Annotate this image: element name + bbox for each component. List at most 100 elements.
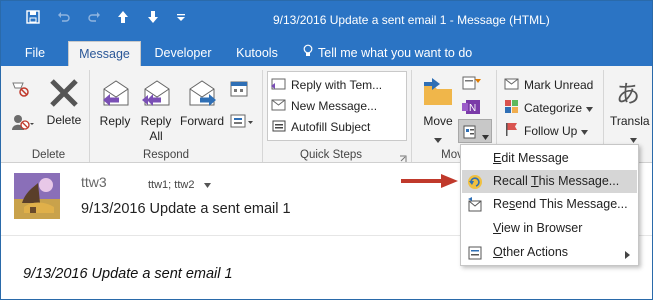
svg-text:N: N (469, 103, 476, 114)
quick-step-autofill-subject[interactable]: Autofill Subject (271, 117, 370, 137)
mark-unread-label: Mark Unread (524, 77, 594, 92)
more-respond-icon[interactable] (230, 113, 254, 134)
lightbulb-icon (303, 41, 313, 66)
mark-unread-button[interactable]: Mark Unread (504, 76, 593, 93)
quick-steps-gallery: Reply with Tem... New Message... Autofil… (267, 71, 407, 141)
actions-icon (463, 123, 479, 142)
menu-item-label: iew in Browser (501, 221, 583, 235)
menu-item-resend-message[interactable]: Resend This Message... (462, 193, 637, 216)
follow-up-button[interactable]: Follow Up (504, 122, 589, 139)
quick-step-new-message[interactable]: New Message... (271, 96, 377, 116)
menu-item-other-actions[interactable]: Other Actions (462, 241, 637, 264)
divider (89, 70, 90, 162)
menu-item-view-in-browser[interactable]: View in Browser (462, 217, 637, 240)
mark-unread-icon (504, 76, 520, 93)
dropdown-arrow-icon (434, 132, 442, 146)
recall-icon (466, 173, 484, 191)
tab-message[interactable]: Message (68, 41, 141, 66)
menu-item-label: ther Actions (502, 245, 569, 259)
outlook-message-window: 9/13/2016 Update a sent email 1 - Messag… (0, 0, 653, 300)
quick-step-label: Autofill Subject (291, 120, 371, 134)
quick-step-label: New Message... (291, 99, 378, 113)
move-label: Move (423, 114, 453, 128)
title-bar: 9/13/2016 Update a sent email 1 - Messag… (1, 1, 652, 41)
reply-label: Reply (99, 114, 131, 128)
tab-kutools[interactable]: Kutools (227, 41, 287, 66)
translate-button[interactable]: あ Transla (608, 72, 652, 144)
sender-name[interactable]: ttw3 (81, 174, 107, 190)
reply-template-icon (271, 77, 287, 94)
reply-icon (101, 78, 131, 111)
move-button[interactable]: Move (418, 74, 458, 146)
message-body[interactable]: 9/13/2016 Update a sent email 1 (23, 266, 233, 282)
actions-button[interactable] (458, 119, 492, 143)
edit-icon (466, 150, 484, 168)
customize-icon[interactable] (171, 7, 191, 27)
reply-all-button[interactable]: Reply All (138, 74, 174, 146)
delete-button[interactable]: Delete (47, 74, 81, 144)
sender-avatar[interactable] (14, 173, 60, 219)
forward-label: Forward (179, 114, 224, 128)
menu-item-label: his Message... (538, 174, 620, 188)
new-message-icon (271, 98, 287, 115)
menu-item-label: dit Message (501, 151, 569, 165)
move-folder-icon (422, 76, 454, 111)
ribbon-tabs: File Message Developer Kutools Tell me w… (1, 41, 652, 66)
translate-icon: あ (616, 80, 640, 108)
window-title: 9/13/2016 Update a sent email 1 - Messag… (273, 13, 550, 27)
up-arrow-icon[interactable] (113, 7, 133, 27)
message-subject: 9/13/2016 Update a sent email 1 (81, 201, 291, 217)
recipients-dropdown-icon[interactable] (203, 179, 211, 191)
meeting-icon[interactable] (230, 80, 250, 101)
rules-icon[interactable] (462, 75, 482, 94)
delete-x-icon (49, 78, 79, 111)
menu-item-label: Recall (493, 174, 531, 188)
reply-button[interactable]: Reply (97, 74, 133, 146)
recipients: ttw1; ttw2 (148, 179, 211, 191)
resend-icon (466, 196, 484, 214)
onenote-icon[interactable]: N (462, 99, 482, 118)
tab-developer[interactable]: Developer (147, 41, 219, 66)
mnemonic: O (493, 245, 503, 259)
tell-me-box[interactable]: Tell me what you want to do (303, 41, 483, 66)
dropdown-arrow-icon (482, 129, 489, 143)
divider (411, 70, 412, 162)
dropdown-arrow-icon (586, 101, 594, 115)
browser-icon (466, 220, 484, 238)
down-arrow-icon[interactable] (143, 7, 163, 27)
flag-icon (504, 122, 520, 139)
follow-up-label: Follow Up (524, 123, 578, 138)
actions-menu: Edit Message Recall This Message... Rese… (460, 144, 639, 266)
menu-item-recall-message[interactable]: Recall This Message... (462, 170, 637, 193)
translate-label: Transla (610, 114, 650, 128)
divider (262, 70, 263, 162)
ignore-icon[interactable] (11, 80, 31, 101)
save-icon[interactable] (23, 7, 43, 27)
forward-icon (187, 78, 217, 111)
reply-all-label-1: Reply (140, 114, 172, 128)
group-label-quick-steps: Quick Steps (300, 149, 362, 161)
redo-icon[interactable] (84, 7, 104, 27)
group-label-delete: Delete (31, 149, 66, 161)
menu-item-label: Re (493, 197, 509, 211)
tell-me-label: Tell me what you want to do (318, 46, 473, 60)
categorize-button[interactable]: Categorize (504, 99, 594, 116)
forward-button[interactable]: Forward (179, 74, 225, 146)
autofill-icon (271, 119, 287, 136)
mnemonic: T (530, 174, 539, 188)
menu-item-edit-message[interactable]: Edit Message (462, 147, 637, 170)
reply-all-label-2: All (149, 129, 163, 143)
annotation-arrow-icon (401, 173, 459, 192)
quick-step-reply-template[interactable]: Reply with Tem... (271, 75, 382, 95)
mnemonic: V (493, 221, 502, 235)
recipients-list[interactable]: ttw1; ttw2 (148, 179, 194, 191)
group-label-respond: Respond (142, 149, 190, 161)
junk-icon[interactable] (11, 113, 35, 134)
delete-label: Delete (46, 113, 82, 127)
tab-file[interactable]: File (15, 41, 55, 66)
reply-all-icon (142, 78, 172, 111)
menu-item-label: end This Message... (515, 197, 628, 211)
quick-step-label: Reply with Tem... (291, 78, 383, 92)
undo-icon[interactable] (54, 7, 74, 27)
submenu-arrow-icon (625, 248, 630, 262)
